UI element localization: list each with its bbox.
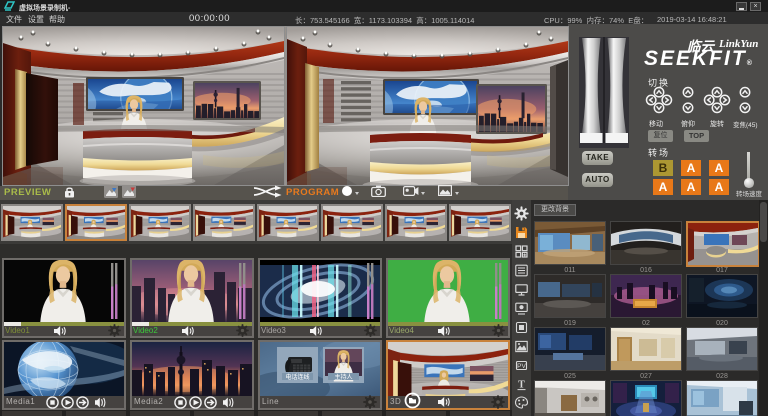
svg-text:电话连线: 电话连线 bbox=[285, 373, 309, 381]
svg-text:主持人: 主持人 bbox=[334, 373, 352, 381]
svg-text:PV: PV bbox=[517, 363, 526, 370]
svg-text:T: T bbox=[518, 380, 525, 391]
